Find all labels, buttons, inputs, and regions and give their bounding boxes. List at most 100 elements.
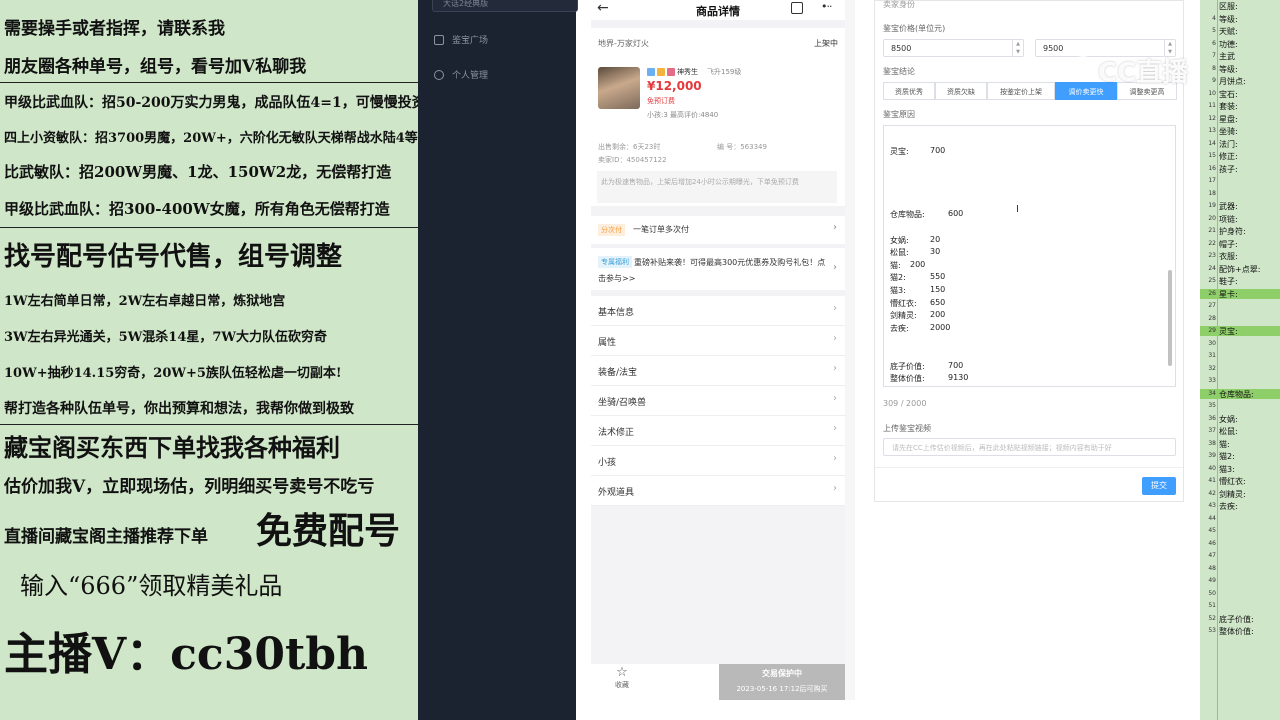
sheet-cell[interactable]: 松鼠: <box>1219 426 1238 437</box>
chevron-right-icon: › <box>833 262 837 273</box>
server-select[interactable]: 大话2经典版 <box>432 0 578 12</box>
badge-icon <box>657 68 665 76</box>
sheet-cell[interactable]: 主武 <box>1219 51 1235 62</box>
sheet-cell[interactable]: 星盘: <box>1219 114 1238 125</box>
conclusion-option-list-at-price[interactable]: 按鉴定价上架 <box>987 82 1055 100</box>
sheet-cell[interactable]: 灵宝: <box>1219 326 1238 337</box>
sheet-cell[interactable]: 鞋子: <box>1219 276 1238 287</box>
menu-attributes[interactable]: 属性 › <box>591 326 845 356</box>
reason-line: 剑精灵: 200 <box>890 310 946 320</box>
reason-line: 仓库物品: 600 <box>890 209 964 219</box>
phone-scrollbar[interactable] <box>845 0 855 700</box>
more-icon[interactable]: •·· <box>821 0 833 13</box>
reason-line: 女娲: 20 <box>890 235 941 245</box>
product-price: ¥12,000 <box>647 79 702 93</box>
row-number: 13 <box>1208 127 1216 134</box>
sheet-cell[interactable]: 护身符: <box>1219 226 1246 237</box>
column-divider <box>1217 0 1218 720</box>
sheet-cell[interactable]: 孩子: <box>1219 164 1238 175</box>
sheet-cell[interactable]: 猫: <box>1219 439 1230 450</box>
menu-appearance[interactable]: 外观道具 › <box>591 476 845 506</box>
chevron-right-icon: › <box>833 363 837 374</box>
stepper-icon[interactable]: ▲ ▼ <box>1012 40 1023 56</box>
video-link-input[interactable]: 请先在CC上传估价视频后，再在此处粘贴视频链接；视频内容有助于好 <box>883 438 1176 456</box>
streamer-contact: 主播V：cc30tbh <box>4 629 369 680</box>
meta-info: 小孩:3 最高评价:4840 <box>647 111 719 119</box>
price-min-input[interactable]: 8500 ▲ ▼ <box>883 39 1024 57</box>
menu-spell-correction[interactable]: 法术修正 › <box>591 416 845 446</box>
notice-box: 此为极速售物品，上架后增加24小时公示期曝光，下单免预订费 <box>597 171 837 203</box>
sheet-cell[interactable]: 去疾: <box>1219 501 1238 512</box>
sheet-cell[interactable]: 等级: <box>1219 14 1238 25</box>
sheet-cell[interactable]: 区服: <box>1219 1 1238 12</box>
status-time: 2023-05-16 17:12后可购买 <box>736 685 828 693</box>
sheet-cell[interactable]: 配饰+点翠: <box>1219 264 1260 275</box>
row-number: 15 <box>1208 152 1216 159</box>
promo-panel: 需要操手或者指挥，请联系我 朋友圈各种单号，组号，看号加V私聊我 甲级比武血队：… <box>0 0 427 720</box>
sheet-cell[interactable]: 衣服: <box>1219 251 1238 262</box>
trade-protection-status: 交易保护中 2023-05-16 17:12后可购买 <box>719 664 845 700</box>
row-number: 53 <box>1208 627 1216 634</box>
promo-line: 直播间藏宝阁主播推荐下单 <box>4 527 208 547</box>
sheet-cell[interactable]: 套装: <box>1219 101 1238 112</box>
conclusion-option-lacking[interactable]: 资质欠缺 <box>935 82 987 100</box>
row-number: 45 <box>1208 527 1216 534</box>
menu-label: 外观道具 <box>598 488 635 498</box>
favorite-button[interactable]: ☆ 收藏 <box>607 666 637 690</box>
menu-children[interactable]: 小孩 › <box>591 446 845 476</box>
divider <box>875 467 1183 468</box>
sheet-cell[interactable]: 女娲: <box>1219 414 1238 425</box>
sheet-cell[interactable]: 项链: <box>1219 214 1238 225</box>
sheet-cell[interactable]: 懵红衣: <box>1219 476 1246 487</box>
sheet-cell[interactable]: 仓库物品: <box>1219 389 1254 400</box>
sheet-cell[interactable]: 法门: <box>1219 139 1238 150</box>
share-icon[interactable] <box>791 2 803 14</box>
product-detail-view: ← 商品详情 •·· 地界-万家灯火 上架中 神秀生 飞升159级 ¥12,00… <box>591 0 845 700</box>
status-title: 交易保护中 <box>762 669 802 678</box>
sheet-cell[interactable]: 星卡: <box>1219 289 1238 300</box>
app-sidebar: 大话2经典版 鉴宝广场 个人管理 <box>418 0 578 720</box>
sidebar-item-personal[interactable]: 个人管理 <box>434 68 488 81</box>
price-label: 鉴宝价格(单位元) <box>883 24 946 33</box>
menu-basic-info[interactable]: 基本信息 › <box>591 296 845 326</box>
server-name: 地界-万家灯火 <box>598 39 649 48</box>
sheet-cell[interactable]: 坐骑: <box>1219 126 1238 137</box>
installment-row[interactable]: 分次付 一笔订单多次付 › <box>591 216 845 244</box>
row-number: 50 <box>1208 589 1216 597</box>
row-number: 51 <box>1208 602 1216 609</box>
sheet-cell[interactable]: 等级: <box>1219 64 1238 75</box>
row-number: 44 <box>1208 514 1216 522</box>
sheet-cell[interactable]: 整体价值: <box>1219 626 1254 637</box>
sheet-cell[interactable]: 修正: <box>1219 151 1238 162</box>
sheet-cell[interactable]: 功德: <box>1219 39 1238 50</box>
textarea-scrollbar[interactable] <box>1167 130 1173 384</box>
promo-line: 朋友圈各种单号，组号，看号加V私聊我 <box>4 57 307 77</box>
sheet-cell[interactable]: 天赋: <box>1219 26 1238 37</box>
price-max-value: 9500 <box>1043 44 1064 53</box>
promo-line: 1W左右简单日常，2W左右卓越日常，炼狱地宫 <box>4 294 286 309</box>
sheet-cell[interactable]: 剑精灵: <box>1219 489 1246 500</box>
row-number: 42 <box>1208 489 1216 497</box>
sheet-cell[interactable]: 宝石: <box>1219 89 1238 100</box>
conclusion-option-excellent[interactable]: 资质优秀 <box>883 82 935 100</box>
welfare-banner[interactable]: 专属福利 重磅补贴来袭！可得最高300元优惠券及购号礼包！点击参与>> › <box>591 248 845 290</box>
sidebar-item-appraisal-square[interactable]: 鉴宝广场 <box>434 33 488 46</box>
sheet-cell[interactable]: 猫2: <box>1219 451 1235 462</box>
row-number: 12 <box>1208 114 1216 122</box>
divider <box>0 424 418 425</box>
installment-text: 一笔订单多次付 <box>633 225 689 234</box>
reason-textarea[interactable]: 灵宝: 700 仓库物品: 600 女娲: 20 松鼠: 30 猫: 200 猫2: 550… <box>883 125 1176 387</box>
menu-equipment[interactable]: 装备/法宝 › <box>591 356 845 386</box>
menu-mounts[interactable]: 坐骑/召唤兽 › <box>591 386 845 416</box>
submit-button[interactable]: 提交 <box>1142 477 1176 495</box>
row-number: 19 <box>1208 202 1216 209</box>
row-number: 36 <box>1208 414 1216 422</box>
sheet-cell[interactable]: 武器: <box>1219 201 1238 212</box>
sheet-cell[interactable]: 月饼点: <box>1219 76 1246 87</box>
sheet-cell[interactable]: 猫3: <box>1219 464 1235 475</box>
scrollbar-thumb[interactable] <box>1168 270 1172 366</box>
reason-label: 鉴宝原因 <box>883 110 915 119</box>
sheet-cell[interactable]: 底子价值: <box>1219 614 1254 625</box>
sheet-cell[interactable]: 帽子: <box>1219 239 1238 250</box>
row-number: 8 <box>1212 64 1216 72</box>
